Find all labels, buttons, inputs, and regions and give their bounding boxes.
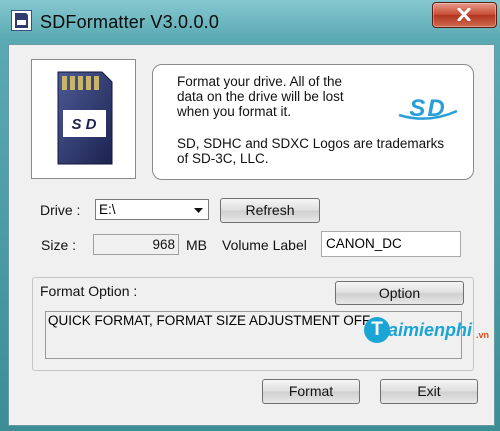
drive-select[interactable]: E:\ xyxy=(95,199,209,220)
warning-line-1: Format your drive. All of the xyxy=(177,74,343,89)
size-value: 968 xyxy=(152,237,175,252)
watermark-brand: aimienphi xyxy=(388,320,473,340)
svg-text:S D: S D xyxy=(71,116,96,133)
option-button[interactable]: Option xyxy=(335,281,464,305)
size-unit: MB xyxy=(186,237,207,253)
volume-label-caption: Volume Label xyxy=(222,237,307,253)
close-button[interactable] xyxy=(432,2,497,28)
drive-label: Drive : xyxy=(40,202,81,218)
warning-line-3: when you format it. xyxy=(177,104,292,119)
chevron-down-icon xyxy=(194,208,203,213)
sd-card-image-panel: S D xyxy=(31,59,136,179)
volume-label-input[interactable]: CANON_DC xyxy=(321,231,461,257)
watermark-t-icon: T xyxy=(364,317,390,343)
watermark-logo: T aimienphi .vn xyxy=(364,317,492,345)
size-field: 968 xyxy=(93,234,179,255)
info-panel: Format your drive. All of the data on th… xyxy=(152,64,474,180)
sd-card-icon: S D xyxy=(57,71,113,165)
window-title: SDFormatter V3.0.0.0 xyxy=(40,12,220,32)
format-button[interactable]: Format xyxy=(262,379,360,404)
close-icon xyxy=(457,8,471,21)
size-label: Size : xyxy=(41,237,77,253)
volume-label-value: CANON_DC xyxy=(326,236,402,251)
warning-line-2: data on the drive will be lost xyxy=(177,89,344,104)
sd-logo: SD xyxy=(398,95,458,121)
dialog-body: S D Format your drive. All of the data o… xyxy=(8,44,495,426)
exit-button[interactable]: Exit xyxy=(380,379,478,404)
app-sd-icon xyxy=(11,10,32,31)
title-bar[interactable]: SDFormatter V3.0.0.0 xyxy=(0,0,500,44)
format-option-value: QUICK FORMAT, FORMAT SIZE ADJUSTMENT OFF xyxy=(48,313,371,328)
trademark-line-1: SD, SDHC and SDXC Logos are trademarks xyxy=(177,136,445,151)
app-window: SDFormatter V3.0.0.0 S D Format your dri… xyxy=(0,0,500,431)
refresh-button[interactable]: Refresh xyxy=(220,198,320,223)
trademark-line-2: of SD-3C, LLC. xyxy=(177,151,269,166)
format-option-label: Format Option : xyxy=(40,283,138,299)
watermark-tld: .vn xyxy=(476,330,490,340)
drive-select-value: E:\ xyxy=(99,202,116,217)
